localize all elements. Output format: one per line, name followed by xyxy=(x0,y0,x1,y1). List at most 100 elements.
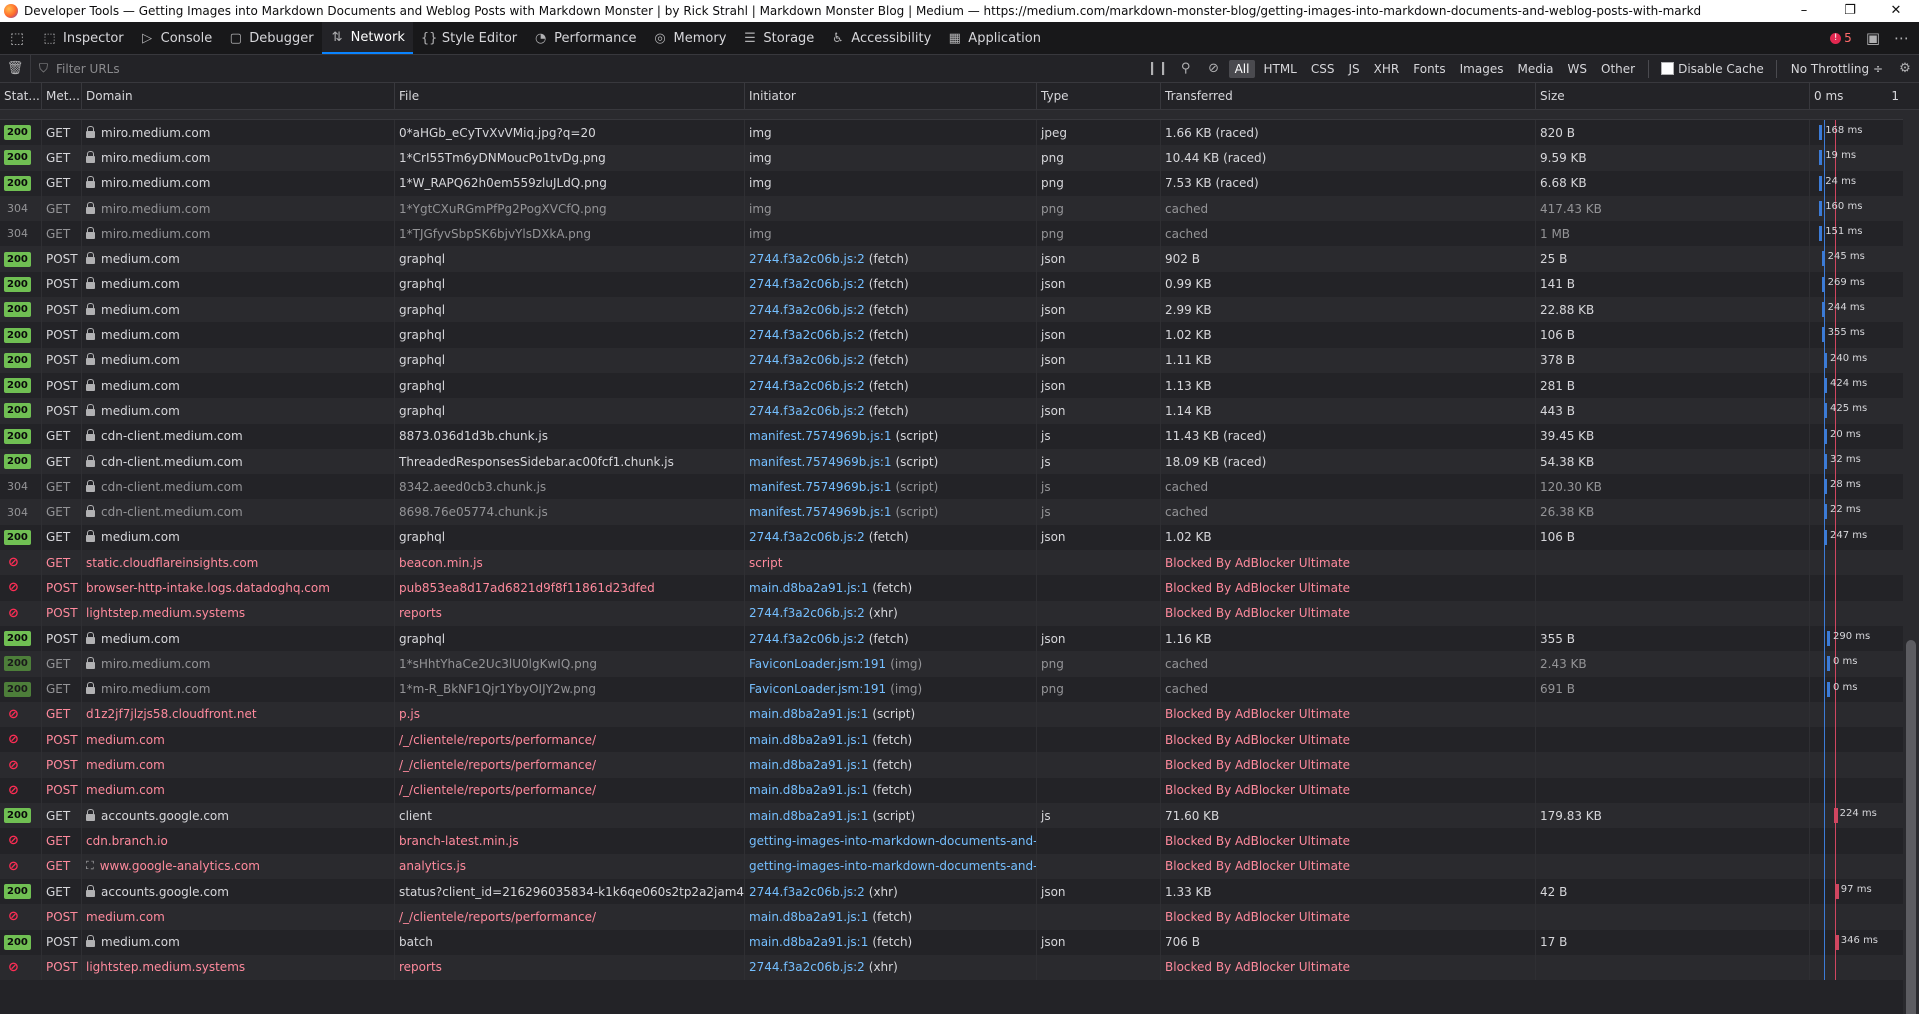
column-header-transferred[interactable]: Transferred xyxy=(1161,83,1536,109)
element-picker-icon[interactable]: ⬚ xyxy=(0,22,34,54)
block-urls-icon[interactable]: ⊘ xyxy=(1200,61,1228,76)
request-row[interactable]: 200 GET cdn-client.medium.com ThreadedRespo… xyxy=(0,448,1919,475)
initiator-link[interactable]: getting-images-into-markdown-documents-a… xyxy=(749,834,1036,848)
request-row[interactable]: ⊘ POST lightstep.medium.systems reports 2744… xyxy=(0,600,1919,626)
clear-log-icon[interactable]: 🗑 xyxy=(0,61,30,76)
filter-type-css[interactable]: CSS xyxy=(1305,60,1341,78)
request-row[interactable]: 304 GET miro.medium.com 1*TJGfyvSbpSK6bjvYl… xyxy=(0,221,1919,247)
initiator-link[interactable]: FaviconLoader.jsm:191 xyxy=(749,657,886,671)
initiator-link[interactable]: 2744.f3a2c06b.js:2 xyxy=(749,632,865,646)
initiator-link[interactable]: 2744.f3a2c06b.js:2 xyxy=(749,530,865,544)
dock-toggle-icon[interactable]: ▣ xyxy=(1866,29,1880,47)
initiator-link[interactable]: 2744.f3a2c06b.js:2 xyxy=(749,252,865,266)
initiator-link[interactable]: manifest.7574969b.js:1 xyxy=(749,480,892,494)
filter-type-html[interactable]: HTML xyxy=(1257,60,1302,78)
tab-memory[interactable]: ◎ Memory xyxy=(645,22,735,54)
throttling-select[interactable]: No Throttling ÷ xyxy=(1783,62,1891,76)
gear-icon[interactable]: ⚙ xyxy=(1891,61,1919,76)
tab-debugger[interactable]: ▢ Debugger xyxy=(220,22,321,54)
request-row[interactable]: ⊘ GET ⛶ www.google-analytics.com analytics.j… xyxy=(0,853,1919,879)
tab-accessibility[interactable]: ♿ Accessibility xyxy=(822,22,939,54)
disable-cache-checkbox[interactable]: Disable Cache xyxy=(1655,62,1770,76)
column-header-initiator[interactable]: Initiator xyxy=(745,83,1037,109)
initiator-link[interactable]: main.d8ba2a91.js:1 xyxy=(749,935,868,949)
request-row[interactable]: 200 POST medium.com batch main.d8ba2a91.js:1… xyxy=(0,929,1919,955)
initiator-link[interactable]: 2744.f3a2c06b.js:2 xyxy=(749,379,865,393)
request-row[interactable]: 200 GET accounts.google.com status?client_i… xyxy=(0,878,1919,905)
initiator-link[interactable]: main.d8ba2a91.js:1 xyxy=(749,581,868,595)
tab-application[interactable]: ▦ Application xyxy=(939,22,1049,54)
column-header-size[interactable]: Size xyxy=(1536,83,1810,109)
filter-type-ws[interactable]: WS xyxy=(1562,60,1593,78)
filter-type-js[interactable]: JS xyxy=(1343,60,1366,78)
request-row[interactable]: ⊘ GET cdn.branch.io branch-latest.min.js get… xyxy=(0,828,1919,854)
initiator-link[interactable]: 2744.f3a2c06b.js:2 xyxy=(749,303,865,317)
initiator-link[interactable]: manifest.7574969b.js:1 xyxy=(749,505,892,519)
request-row[interactable]: 200 POST medium.com graphql 2744.f3a2c06b.js… xyxy=(0,297,1919,323)
request-row[interactable]: 200 POST medium.com graphql 2744.f3a2c06b.js… xyxy=(0,372,1919,399)
initiator-link[interactable]: FaviconLoader.jsm:191 xyxy=(749,682,886,696)
filter-type-images[interactable]: Images xyxy=(1454,60,1510,78)
initiator-link[interactable]: getting-images-into-markdown-documents-a… xyxy=(749,859,1036,873)
filter-urls-input[interactable] xyxy=(54,60,859,77)
request-row[interactable]: 304 GET miro.medium.com 1*YgtCXuRGmPfPg2Pog… xyxy=(0,195,1919,222)
tab-console[interactable]: ▷ Console xyxy=(132,22,221,54)
error-count-badge[interactable]: ! 5 xyxy=(1830,31,1852,45)
initiator-link[interactable]: 2744.f3a2c06b.js:2 xyxy=(749,328,865,342)
request-row[interactable]: 200 GET cdn-client.medium.com 8873.036d1d3b… xyxy=(0,423,1919,449)
request-row[interactable]: 200 GET miro.medium.com 0*aHGb_eCyTvXvVMiq.… xyxy=(0,120,1919,146)
scrollbar[interactable] xyxy=(1903,110,1919,1014)
initiator-link[interactable]: manifest.7574969b.js:1 xyxy=(749,429,892,443)
initiator-link[interactable]: main.d8ba2a91.js:1 xyxy=(749,733,868,747)
tab-storage[interactable]: ☰ Storage xyxy=(734,22,822,54)
filter-type-all[interactable]: All xyxy=(1228,59,1256,78)
filter-type-other[interactable]: Other xyxy=(1595,60,1641,78)
more-options-icon[interactable]: ⋯ xyxy=(1894,29,1909,47)
request-row[interactable]: 200 GET miro.medium.com 1*m-R_BkNF1Qjr1YbyO… xyxy=(0,676,1919,702)
search-icon[interactable]: ⚲ xyxy=(1172,61,1200,76)
request-row[interactable]: ⊘ POST medium.com /_/clientele/reports/perf… xyxy=(0,752,1919,778)
request-row[interactable]: 200 GET medium.com graphql 2744.f3a2c06b.js:… xyxy=(0,524,1919,551)
minimize-button[interactable]: – xyxy=(1781,0,1827,22)
column-header-method[interactable]: Met... xyxy=(42,83,82,109)
initiator-link[interactable]: main.d8ba2a91.js:1 xyxy=(749,910,868,924)
tab-inspector[interactable]: ⬚ Inspector xyxy=(34,22,132,54)
column-header-domain[interactable]: Domain xyxy=(82,83,395,109)
tab-style-editor[interactable]: {} Style Editor xyxy=(413,22,525,54)
initiator-link[interactable]: 2744.f3a2c06b.js:2 xyxy=(749,404,865,418)
initiator-link[interactable]: 2744.f3a2c06b.js:2 xyxy=(749,353,865,367)
initiator-link[interactable]: main.d8ba2a91.js:1 xyxy=(749,809,868,823)
tab-network[interactable]: ⇅ Network xyxy=(321,22,413,54)
scrollbar-thumb[interactable] xyxy=(1906,640,1916,1014)
initiator-link[interactable]: 2744.f3a2c06b.js:2 xyxy=(749,960,865,974)
request-row[interactable]: 304 GET cdn-client.medium.com 8698.76e05774… xyxy=(0,499,1919,525)
request-row[interactable]: 200 GET miro.medium.com 1*W_RAPQ62h0em559zl… xyxy=(0,170,1919,196)
request-row[interactable]: 200 GET accounts.google.com client main.d8ba… xyxy=(0,803,1919,829)
filter-type-fonts[interactable]: Fonts xyxy=(1407,60,1451,78)
request-row[interactable]: 200 POST medium.com graphql 2744.f3a2c06b.js… xyxy=(0,347,1919,373)
tab-performance[interactable]: ◔ Performance xyxy=(525,22,644,54)
initiator-link[interactable]: main.d8ba2a91.js:1 xyxy=(749,758,868,772)
request-row[interactable]: ⊘ GET d1z2jf7jlzjs58.cloudfront.net p.js mai… xyxy=(0,701,1919,728)
request-row[interactable]: ⊘ POST medium.com /_/clientele/reports/perf… xyxy=(0,777,1919,804)
initiator-link[interactable]: 2744.f3a2c06b.js:2 xyxy=(749,606,865,620)
request-row[interactable]: ⊘ GET static.cloudflareinsights.com beacon.… xyxy=(0,550,1919,576)
close-button[interactable]: ✕ xyxy=(1873,0,1919,22)
initiator-link[interactable]: manifest.7574969b.js:1 xyxy=(749,455,892,469)
filter-type-xhr[interactable]: XHR xyxy=(1368,60,1406,78)
request-row[interactable]: 304 GET cdn-client.medium.com 8342.aeed0cb3… xyxy=(0,474,1919,500)
column-header-waterfall[interactable]: 0 ms 1 xyxy=(1810,83,1919,109)
column-header-file[interactable]: File xyxy=(395,83,745,109)
request-row[interactable]: 200 POST medium.com graphql 2744.f3a2c06b.js… xyxy=(0,246,1919,272)
request-row[interactable]: 200 GET miro.medium.com 1*CrI55Tm6yDNMoucPo… xyxy=(0,145,1919,171)
maximize-button[interactable]: ❐ xyxy=(1827,0,1873,22)
request-row[interactable]: ⊘ POST lightstep.medium.systems reports 2744… xyxy=(0,954,1919,981)
initiator-link[interactable]: main.d8ba2a91.js:1 xyxy=(749,783,868,797)
request-row[interactable]: 200 POST medium.com graphql 2744.f3a2c06b.js… xyxy=(0,398,1919,424)
initiator-link[interactable]: 2744.f3a2c06b.js:2 xyxy=(749,277,865,291)
initiator-link[interactable]: 2744.f3a2c06b.js:2 xyxy=(749,885,865,899)
pause-icon[interactable]: ❙❙ xyxy=(1144,61,1172,76)
request-row[interactable]: 200 GET miro.medium.com 1*sHhtYhaCe2Uc3lU0l… xyxy=(0,651,1919,677)
filter-type-media[interactable]: Media xyxy=(1511,60,1559,78)
request-row[interactable]: 200 POST medium.com graphql 2744.f3a2c06b.js… xyxy=(0,322,1919,348)
